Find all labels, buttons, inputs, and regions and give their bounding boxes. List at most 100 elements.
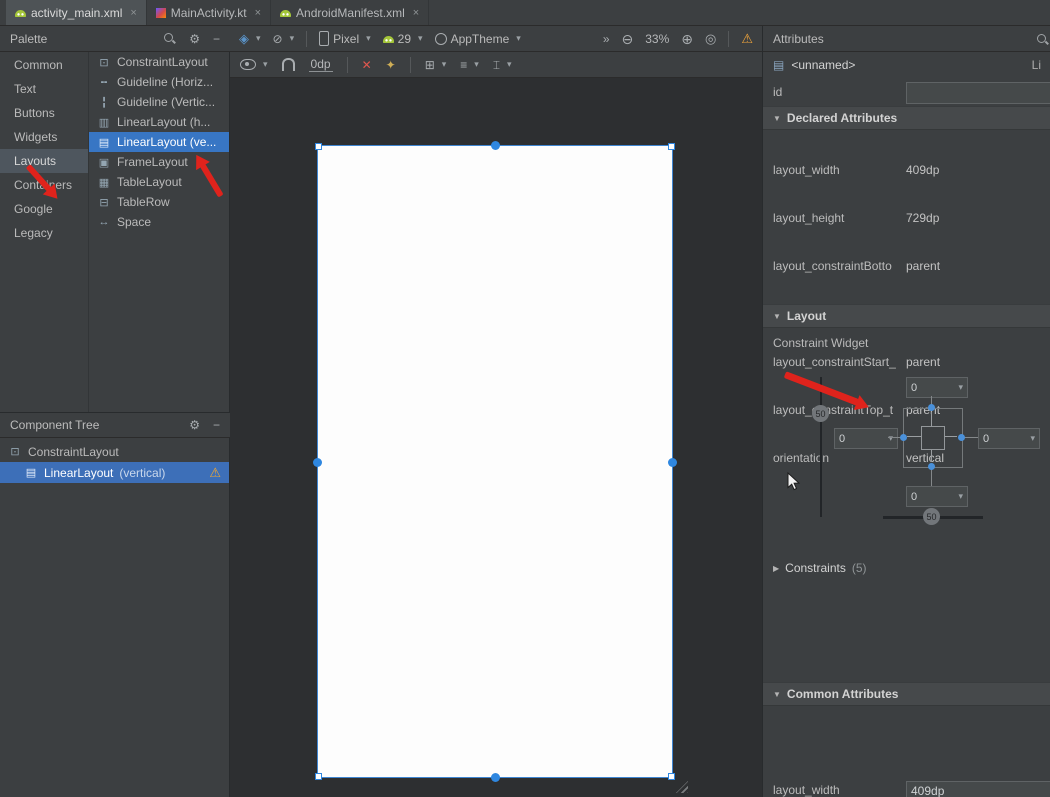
selection-handle-right[interactable] xyxy=(668,458,677,467)
tree-item-linearlayout[interactable]: ▤ LinearLayout(vertical) ⚠ xyxy=(0,462,229,483)
bottom-anchor[interactable] xyxy=(928,463,935,470)
category-common[interactable]: Common xyxy=(0,53,88,77)
align-button[interactable]: ≡ ▾ xyxy=(460,59,479,71)
pack-icon: ⊞ xyxy=(425,59,435,71)
android-icon xyxy=(383,36,394,43)
palette-item-linearlayout-vertical[interactable]: ▤ LinearLayout (ve... xyxy=(89,132,229,152)
close-icon[interactable]: × xyxy=(413,7,419,19)
device-selector[interactable]: Pixel ▾ xyxy=(319,31,371,46)
vertical-bias-slider[interactable] xyxy=(820,377,822,517)
selection-corner-bottom-right[interactable] xyxy=(668,773,675,780)
margin-top-dropdown[interactable]: 0 ▾ xyxy=(906,377,968,398)
warning-icon[interactable]: ⚠ xyxy=(209,465,221,481)
device-artboard[interactable] xyxy=(318,146,672,777)
design-surface-button[interactable]: ◈ ▾ xyxy=(239,32,261,45)
horizontal-bias-handle[interactable]: 50 xyxy=(923,508,940,525)
category-layouts[interactable]: Layouts xyxy=(0,149,88,173)
pack-button[interactable]: ⊞ ▾ xyxy=(425,59,447,71)
expand-icon: ▼ xyxy=(773,114,781,123)
attr-name: layout_constraintBotto xyxy=(773,259,904,273)
top-anchor[interactable] xyxy=(928,404,935,411)
tab-androidmanifest-xml[interactable]: AndroidManifest.xml × xyxy=(271,0,429,25)
mouse-cursor xyxy=(787,472,801,492)
margin-right-dropdown[interactable]: 0 ▾ xyxy=(978,428,1040,449)
declared-row[interactable]: layout_width 409dp xyxy=(763,158,1050,182)
selection-corner-bottom-left[interactable] xyxy=(315,773,322,780)
infer-constraints-button[interactable]: ✦ xyxy=(386,58,396,72)
search-icon[interactable] xyxy=(163,32,176,45)
clear-constraints-button[interactable]: ✕ xyxy=(362,58,372,72)
section-title: Common Attributes xyxy=(787,687,899,701)
vertical-bias-handle[interactable]: 50 xyxy=(812,405,829,422)
search-icon[interactable] xyxy=(1036,33,1049,46)
section-declared-attributes[interactable]: ▼ Declared Attributes xyxy=(763,106,1050,130)
margin-bottom-dropdown[interactable]: 0 ▾ xyxy=(906,486,968,507)
section-common-attributes[interactable]: ▼ Common Attributes xyxy=(763,682,1050,706)
tab-activity-main-xml[interactable]: activity_main.xml × xyxy=(6,0,147,25)
night-mode-button[interactable]: ⊘ ▾ xyxy=(273,33,295,45)
palette-item-label: Guideline (Vertic... xyxy=(117,95,215,109)
theme-label: AppTheme xyxy=(451,32,510,46)
palette-item-space[interactable]: ↔ Space xyxy=(89,212,229,232)
theme-selector[interactable]: AppTheme ▾ xyxy=(435,32,521,46)
minimize-icon[interactable]: − xyxy=(213,33,220,45)
tab-mainactivity-kt[interactable]: MainActivity.kt × xyxy=(147,0,271,25)
right-anchor[interactable] xyxy=(958,434,965,441)
declared-row[interactable]: layout_height 729dp xyxy=(763,206,1050,230)
section-constraints[interactable]: ▶ Constraints (5) xyxy=(763,556,1050,580)
margin-left-dropdown[interactable]: 0 ▾ xyxy=(834,428,898,449)
view-options-button[interactable]: ▾ xyxy=(240,59,268,70)
palette-item-label: ConstraintLayout xyxy=(117,55,208,69)
zoom-to-fit-button[interactable]: ◎ xyxy=(705,32,716,45)
default-margin-selector[interactable]: 0dp xyxy=(309,57,333,72)
resize-grip[interactable] xyxy=(676,781,688,793)
id-input[interactable] xyxy=(906,82,1050,104)
tab-label: AndroidManifest.xml xyxy=(296,6,405,20)
eye-icon xyxy=(240,59,256,70)
divider xyxy=(410,57,411,73)
distribute-button[interactable]: ⌶ ▾ xyxy=(493,59,512,71)
palette-item-tablerow[interactable]: ⊟ TableRow xyxy=(89,192,229,212)
autoconnect-magnet-icon[interactable] xyxy=(282,58,295,71)
palette-panel: Common Text Buttons Widgets Layouts Cont… xyxy=(0,52,230,412)
attr-value: 409dp xyxy=(911,784,944,797)
left-anchor[interactable] xyxy=(900,434,907,441)
zoom-out-button[interactable]: ⊖ xyxy=(622,32,634,46)
declared-row[interactable]: layout_constraintBotto parent xyxy=(763,254,1050,278)
palette-item-guideline-horizontal[interactable]: ╍ Guideline (Horiz... xyxy=(89,72,229,92)
layout-width-input[interactable]: 409dp xyxy=(906,781,1050,797)
linearlayout-icon: ▤ xyxy=(773,59,784,71)
selection-handle-top[interactable] xyxy=(491,141,500,150)
zoom-in-button[interactable]: ⊕ xyxy=(681,32,693,46)
warning-icon[interactable]: ⚠ xyxy=(741,31,753,47)
palette-item-linearlayout-horizontal[interactable]: ▥ LinearLayout (h... xyxy=(89,112,229,132)
chevron-down-icon: ▾ xyxy=(442,60,447,69)
api-level-selector[interactable]: 29 ▾ xyxy=(383,32,423,46)
selection-corner-top-right[interactable] xyxy=(668,143,675,150)
tree-item-constraintlayout[interactable]: ⊡ ConstraintLayout xyxy=(0,441,229,462)
category-google[interactable]: Google xyxy=(0,197,88,221)
selection-handle-left[interactable] xyxy=(313,458,322,467)
linearlayout-vertical-icon: ▤ xyxy=(24,466,38,479)
palette-item-guideline-vertical[interactable]: ╏ Guideline (Vertic... xyxy=(89,92,229,112)
chevron-down-icon: ▾ xyxy=(366,34,371,43)
constraintlayout-icon: ⊡ xyxy=(8,445,22,458)
close-icon[interactable]: × xyxy=(130,7,136,19)
design-canvas[interactable] xyxy=(230,78,762,797)
section-layout[interactable]: ▼ Layout xyxy=(763,304,1050,328)
tablelayout-icon: ▦ xyxy=(97,176,111,189)
toolbar-overflow-button[interactable]: » xyxy=(603,33,610,45)
close-icon[interactable]: × xyxy=(255,7,261,19)
category-text[interactable]: Text xyxy=(0,77,88,101)
selection-handle-bottom[interactable] xyxy=(491,773,500,782)
palette-item-constraintlayout[interactable]: ⊡ ConstraintLayout xyxy=(89,52,229,72)
category-widgets[interactable]: Widgets xyxy=(0,125,88,149)
category-legacy[interactable]: Legacy xyxy=(0,221,88,245)
gear-icon[interactable]: ⚙ xyxy=(189,419,200,431)
selection-corner-top-left[interactable] xyxy=(315,143,322,150)
palette-item-label: TableRow xyxy=(117,195,170,209)
category-buttons[interactable]: Buttons xyxy=(0,101,88,125)
gear-icon[interactable]: ⚙ xyxy=(189,33,200,45)
attributes-panel-header: Attributes xyxy=(763,26,1050,52)
minimize-icon[interactable]: − xyxy=(213,419,220,431)
